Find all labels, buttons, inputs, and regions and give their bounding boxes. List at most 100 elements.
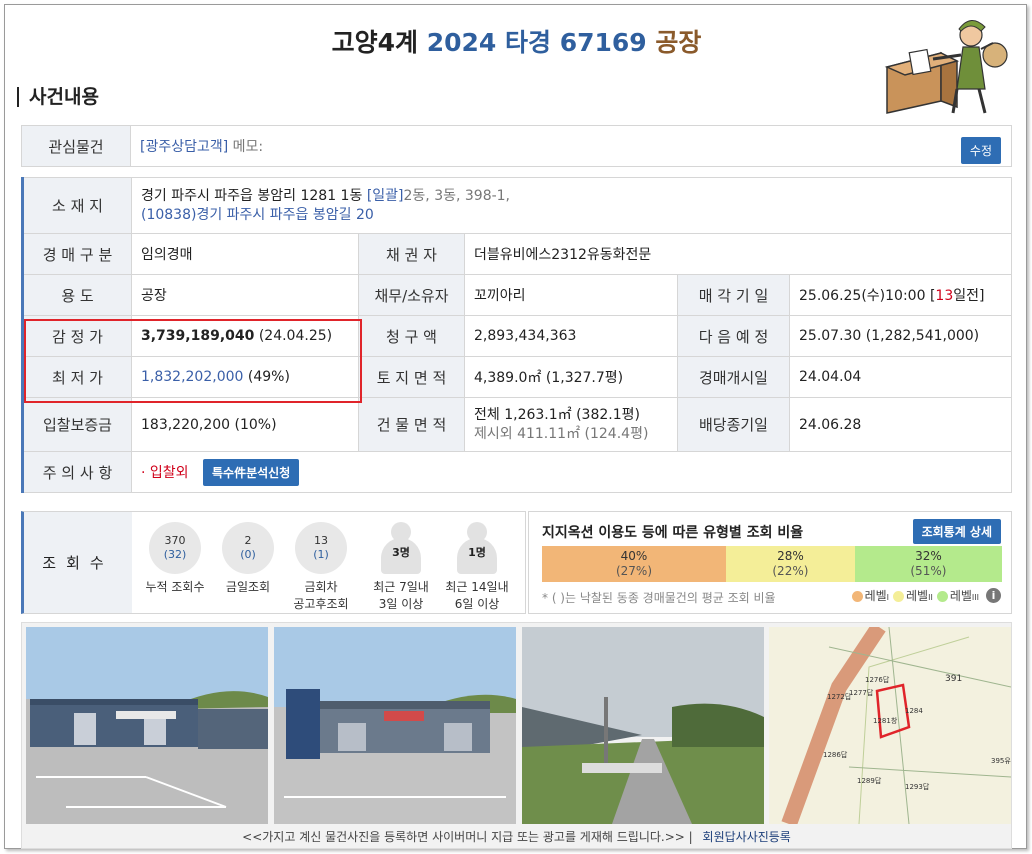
appraisal-date: (24.04.25) <box>258 328 333 344</box>
map-label: 1289답 <box>857 776 882 785</box>
location-value: 경기 파주시 파주읍 봉암리 1281 1동 [일괄]2동, 3동, 398-1… <box>131 177 1012 234</box>
land-area-value: 4,389.0㎡ (1,327.7평) <box>464 356 678 398</box>
map-label: 1293답 <box>905 782 930 791</box>
ratio-bar: 40% (27%) <box>542 546 726 582</box>
memo-label: 메모: <box>232 139 264 155</box>
claim-label: 청 구 액 <box>358 315 465 357</box>
usage-label: 용 도 <box>21 274 132 316</box>
interest-table: 관심물건 [광주상담고객] 메모: 수정 <box>21 125 1012 167</box>
property-type: 공장 <box>655 28 702 57</box>
appraisal-amount: 3,739,189,040 <box>141 328 255 344</box>
photo-factory-front[interactable] <box>26 627 268 824</box>
stat-this-round: 13 (1) 금회차 공고후조회 <box>286 522 356 612</box>
info-icon[interactable]: i <box>986 588 1001 603</box>
map-label: 1277답 <box>849 688 874 697</box>
dividend-label: 배당종기일 <box>677 397 790 452</box>
stat-circle: 2 (0) <box>222 522 274 574</box>
notes-label: 주 의 사 항 <box>21 451 132 493</box>
debtor-label: 채무/소유자 <box>358 274 465 316</box>
stats-detail-button[interactable]: 조회통계 상세 <box>912 519 1001 544</box>
minimum-price-value: 1,832,202,000 (49%) <box>131 356 359 398</box>
views-panel: 조회수 370 (32) 누적 조회수 2 (0) 금일조회 13 (1) 금회차 공… <box>21 511 526 614</box>
register-photo-link[interactable]: 회원답사사진등록 <box>703 830 791 844</box>
dividend-value: 24.06.28 <box>789 397 1012 452</box>
map-label: 1284 <box>905 707 923 715</box>
photo-access-road[interactable] <box>522 627 764 824</box>
person-icon: 3명 <box>375 522 427 574</box>
map-label: 395유 <box>991 757 1011 765</box>
deposit-label: 입찰보증금 <box>21 397 132 452</box>
appraisal-label: 감 정 가 <box>21 315 132 357</box>
next-schedule-label: 다 음 예 정 <box>677 315 790 357</box>
stat-14days: 1명 최근 14일내 6일 이상 <box>442 522 512 612</box>
notes-value: · 입찰외 특수件분석신청 <box>131 451 1012 493</box>
stat-circle: 13 (1) <box>295 522 347 574</box>
minimum-pct: (49%) <box>247 369 290 385</box>
auction-start-value: 24.04.04 <box>789 356 1012 398</box>
map-label: 1272답 <box>827 692 852 701</box>
stat-cumulative: 370 (32) 누적 조회수 <box>140 522 210 595</box>
case-info-table: 소 재 지 경기 파주시 파주읍 봉암리 1281 1동 [일괄]2동, 3동,… <box>21 177 1012 493</box>
road-address: (10838)경기 파주시 파주읍 봉암길 20 <box>141 206 374 223</box>
photo-cadastral-map[interactable]: 1276답 1277답 1272답 1281창 1284 391 1286답 1… <box>769 627 1011 824</box>
auction-type-label: 경 매 구 분 <box>21 233 132 275</box>
days-left: 13 <box>935 288 954 304</box>
stat-caption: 3일 이상 <box>378 597 424 611</box>
photo-footer-text: <<가지고 계신 물건사진을 등록하면 사이버머니 지급 또는 광고를 게재해 … <box>242 830 685 844</box>
legend-item: 레벨III <box>936 587 979 604</box>
photo-footer: <<가지고 계신 물건사진을 등록하면 사이버머니 지급 또는 광고를 게재해 … <box>22 826 1011 848</box>
auction-type-value: 임의경매 <box>131 233 359 275</box>
map-label: 1276답 <box>865 675 890 684</box>
stat-caption: 금회차 <box>304 580 338 594</box>
minimum-amount: 1,832,202,000 <box>141 369 244 385</box>
stat-caption: 누적 조회수 <box>145 580 205 594</box>
creditor-value: 더블유비에스2312유동화전문 <box>464 233 1012 275</box>
claim-value: 2,893,434,363 <box>464 315 678 357</box>
location-address: 경기 파주시 파주읍 봉암리 1281 1동 <box>141 187 363 204</box>
map-label: 1286답 <box>823 750 848 759</box>
ratio-note: * ( )는 낙찰된 동종 경매물건의 평균 조회 비율 <box>542 591 776 605</box>
stat-caption: 최근 7일내 <box>373 580 429 594</box>
special-analysis-button[interactable]: 특수件분석신청 <box>203 458 300 486</box>
stat-caption: 공고후조회 <box>293 597 349 611</box>
ratio-legend: 레벨I 레벨II 레벨III i <box>851 587 1001 604</box>
stat-circle: 370 (32) <box>149 522 201 574</box>
view-ratio-panel: 지지옥션 이용도 등에 따른 유형별 조회 비율 조회통계 상세 40% (27%… <box>528 511 1012 614</box>
stat-caption: 6일 이상 <box>454 597 500 611</box>
stat-caption: 최근 14일내 <box>445 580 509 594</box>
edit-button[interactable]: 수정 <box>960 137 1001 164</box>
building-area-label: 건 물 면 적 <box>358 397 465 452</box>
legend-item: 레벨II <box>893 587 933 604</box>
ratio-bar: 28% (22%) <box>726 546 855 582</box>
debtor-value: 꼬끼아리 <box>464 274 678 316</box>
sale-date-value: 25.06.25(수)10:00 [13일전] <box>789 274 1012 316</box>
map-label: 391 <box>945 674 962 684</box>
customer-tag[interactable]: [광주상담고객] <box>140 139 228 155</box>
deposit-value: 183,220,200 (10%) <box>131 397 359 452</box>
auction-start-label: 경매개시일 <box>677 356 790 398</box>
location-label: 소 재 지 <box>21 177 132 234</box>
views-label: 조회수 <box>24 512 132 613</box>
bulk-tag: [일괄] <box>366 187 404 204</box>
next-schedule-value: 25.07.30 (1,282,541,000) <box>789 315 1012 357</box>
person-icon: 1명 <box>451 522 503 574</box>
creditor-label: 채 권 자 <box>358 233 465 275</box>
ratio-bar: 32% (51%) <box>854 546 1002 582</box>
photo-factory-side[interactable] <box>274 627 516 824</box>
section-title: 사건내용 <box>17 87 99 107</box>
location-extra: 2동, 3동, 398-1, <box>403 187 511 204</box>
notes-text: · 입찰외 <box>141 464 189 481</box>
case-number: 2024 타경 67169 <box>426 28 647 57</box>
building-extra: 제시외 411.11㎡ (124.4평) <box>474 425 649 442</box>
ratio-title: 지지옥션 이용도 등에 따른 유형별 조회 비율 <box>542 525 804 541</box>
map-label: 1281창 <box>873 717 898 725</box>
stat-7days: 3명 최근 7일내 3일 이상 <box>366 522 436 612</box>
interest-memo-cell: [광주상담고객] 메모: 수정 <box>130 125 1012 167</box>
usage-value: 공장 <box>131 274 359 316</box>
sale-date-label: 매 각 기 일 <box>677 274 790 316</box>
building-total: 전체 1,263.1㎡ (382.1평) <box>474 406 640 423</box>
photo-gallery: 1276답 1277답 1272답 1281창 1284 391 1286답 1… <box>21 622 1012 849</box>
stat-caption: 금일조회 <box>225 580 271 594</box>
ratio-bars: 40% (27%) 28% (22%) 32% (51%) <box>542 546 1002 582</box>
building-area-value: 전체 1,263.1㎡ (382.1평) 제시외 411.11㎡ (124.4평… <box>464 397 678 452</box>
